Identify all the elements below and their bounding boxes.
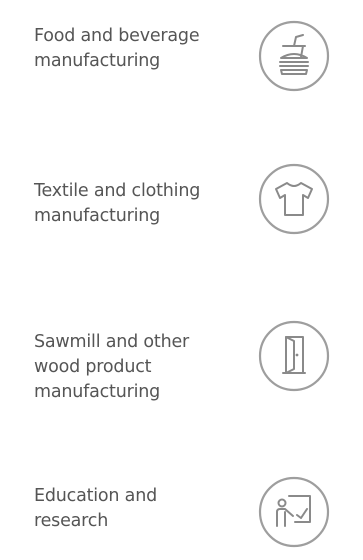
industry-label-line: Food and beverage <box>34 26 200 46</box>
tshirt-icon <box>258 163 330 235</box>
door-icon <box>258 320 330 392</box>
industry-label-line: Sawmill and other <box>34 332 190 352</box>
industry-label-line: manufacturing <box>34 206 161 226</box>
industry-label-line: wood product <box>34 357 152 377</box>
food-drink-icon <box>258 20 330 92</box>
industry-label-line: Textile and clothing <box>34 181 201 201</box>
industry-label-line: manufacturing <box>34 382 161 402</box>
industry-label: Food and beverage manufacturing <box>34 24 244 74</box>
industry-label: Education and research <box>34 484 244 534</box>
teacher-board-icon <box>258 476 330 548</box>
industry-label: Textile and clothing manufacturing <box>34 179 244 229</box>
industry-label-line: Education and <box>34 486 158 506</box>
industry-label: Sawmill and other wood product manufactu… <box>34 330 244 405</box>
industry-label-line: manufacturing <box>34 51 161 71</box>
industry-label-line: research <box>34 511 109 531</box>
